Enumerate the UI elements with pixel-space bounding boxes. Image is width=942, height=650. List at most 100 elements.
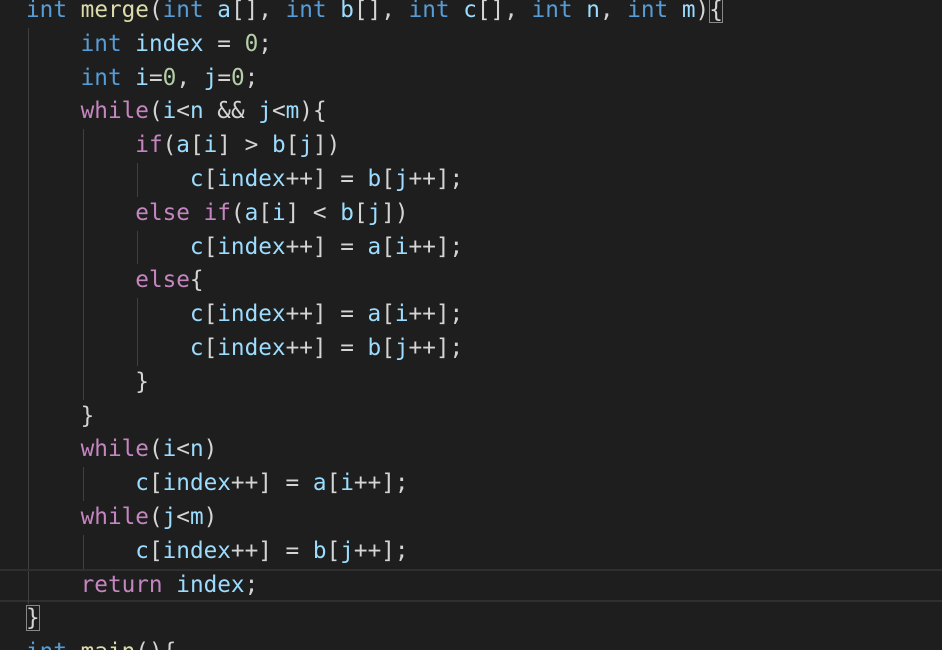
code-token: if bbox=[203, 199, 231, 226]
code-token: ( bbox=[148, 503, 163, 530]
indent-guide bbox=[82, 264, 84, 299]
code-token: else bbox=[135, 267, 190, 294]
code-line[interactable]: c[index++] = b[j++]; bbox=[0, 331, 942, 366]
code-token: [ bbox=[381, 233, 395, 260]
code-token: c bbox=[189, 165, 204, 192]
code-editor[interactable]: int merge(int a[], int b[], int c[], int… bbox=[0, 0, 942, 650]
code-line[interactable]: int i=0, j=0; bbox=[0, 61, 942, 96]
code-line[interactable]: c[index++] = a[i++]; bbox=[0, 230, 942, 265]
indent-guide bbox=[137, 298, 139, 332]
code-token: a bbox=[176, 132, 190, 159]
code-token: main bbox=[81, 639, 136, 650]
code-token: int bbox=[162, 0, 204, 23]
code-line[interactable]: int index = 0; bbox=[0, 27, 942, 62]
code-token: ++] = bbox=[230, 537, 313, 564]
code-token: [], bbox=[230, 0, 286, 23]
code-token: index bbox=[217, 165, 286, 192]
code-token: [ bbox=[381, 334, 395, 361]
code-line[interactable]: int merge(int a[], int b[], int c[], int… bbox=[0, 0, 942, 28]
indent-guide bbox=[28, 399, 29, 434]
code-line[interactable]: } bbox=[0, 602, 942, 636]
code-token: j bbox=[258, 98, 272, 125]
indent-guide bbox=[28, 129, 29, 163]
code-token: a bbox=[217, 0, 231, 23]
code-line[interactable]: if(a[i] > b[j]) bbox=[0, 129, 942, 163]
code-line[interactable]: while(i<n) bbox=[0, 433, 942, 468]
code-token: int bbox=[26, 639, 67, 650]
indent-guide bbox=[28, 27, 29, 62]
code-token: ; bbox=[244, 571, 259, 598]
indent-guide bbox=[82, 365, 84, 400]
indent-guide bbox=[137, 331, 139, 366]
code-line[interactable]: } bbox=[0, 399, 942, 434]
code-line[interactable]: return index; bbox=[0, 568, 942, 605]
code-token: [ bbox=[381, 165, 395, 192]
code-token: [ bbox=[203, 233, 218, 260]
code-token: n bbox=[189, 98, 204, 125]
indent-guide bbox=[28, 467, 29, 501]
code-line[interactable]: c[index++] = a[i++]; bbox=[0, 467, 942, 501]
indent-guide bbox=[28, 61, 29, 96]
code-line[interactable]: int main(){ bbox=[0, 636, 942, 650]
code-token: c bbox=[135, 470, 149, 497]
code-line[interactable]: while(j<m) bbox=[0, 500, 942, 535]
code-token: b bbox=[340, 0, 354, 23]
code-token: index bbox=[162, 537, 231, 564]
code-token: ]) bbox=[381, 199, 409, 226]
code-token: m bbox=[189, 503, 204, 530]
code-token: ( bbox=[148, 436, 163, 463]
code-token: ++]; bbox=[408, 301, 464, 328]
code-line[interactable]: c[index++] = b[j++]; bbox=[0, 534, 942, 569]
code-token: return bbox=[80, 571, 163, 598]
code-token: [ bbox=[148, 470, 163, 497]
code-token: ++] = bbox=[285, 301, 368, 328]
code-token: c bbox=[189, 301, 204, 328]
code-token: = bbox=[203, 30, 245, 57]
code-line[interactable]: else{ bbox=[0, 264, 942, 299]
code-token: while bbox=[80, 436, 149, 463]
code-line[interactable]: while(i<n && j<m){ bbox=[0, 95, 942, 130]
code-line[interactable]: else if(a[i] < b[j]) bbox=[0, 196, 942, 231]
code-token: int bbox=[408, 0, 450, 23]
code-token: i bbox=[203, 132, 218, 159]
code-token: c bbox=[189, 233, 204, 260]
code-token: ++] = bbox=[285, 233, 368, 260]
indent-guide bbox=[28, 196, 29, 231]
indent-guide bbox=[82, 230, 84, 265]
code-token: , bbox=[176, 64, 204, 91]
code-token: ++] = bbox=[230, 470, 313, 497]
code-token: { bbox=[189, 267, 204, 294]
code-token: c bbox=[189, 334, 204, 361]
code-line[interactable]: } bbox=[0, 365, 942, 400]
code-token: [ bbox=[203, 165, 218, 192]
indent-guide bbox=[28, 230, 29, 265]
code-token: b bbox=[367, 334, 382, 361]
code-token: j bbox=[162, 503, 177, 530]
code-token: int bbox=[531, 0, 573, 23]
code-token: ++] = bbox=[285, 334, 368, 361]
code-token: < bbox=[176, 503, 190, 530]
code-token: < bbox=[176, 98, 190, 125]
code-line[interactable]: c[index++] = b[j++]; bbox=[0, 162, 942, 197]
code-token: else bbox=[135, 199, 190, 226]
code-token: [ bbox=[285, 132, 300, 159]
indent-guide bbox=[82, 129, 84, 163]
indent-guide bbox=[28, 264, 29, 299]
code-token: [], bbox=[476, 0, 532, 23]
code-token: m bbox=[285, 98, 300, 125]
indent-guide bbox=[28, 298, 29, 332]
code-token: j bbox=[203, 64, 218, 91]
code-token: j bbox=[394, 165, 409, 192]
code-token: [ bbox=[148, 537, 163, 564]
code-line[interactable]: c[index++] = a[i++]; bbox=[0, 298, 942, 332]
